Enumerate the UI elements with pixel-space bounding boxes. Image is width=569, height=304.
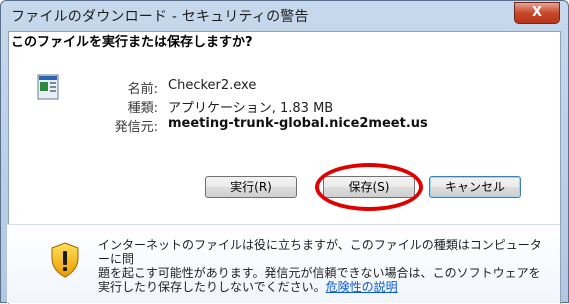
file-name: Checker2.exe: [168, 78, 257, 93]
window-title: ファイルのダウンロード - セキュリティの警告: [11, 9, 309, 25]
close-button[interactable]: X: [514, 2, 560, 24]
warning-line-2: 題を起こす可能性があります。発信元が信頼できない場合は、このソフトウェアを: [98, 266, 541, 280]
warning-line-3-text: 実行したり保存したりしないでください。: [98, 280, 326, 294]
warning-line-3: 実行したり保存したりしないでください。危険性の説明: [98, 280, 548, 294]
file-type: アプリケーション, 1.83 MB: [168, 101, 334, 116]
file-name-label: 名前:: [127, 82, 158, 97]
security-shield-icon: [51, 242, 79, 278]
highlight-annotation: [315, 163, 423, 211]
executable-file-icon: [37, 74, 59, 100]
run-button[interactable]: 実行(R): [205, 176, 297, 198]
cancel-button[interactable]: キャンセル: [429, 176, 521, 198]
warning-text: インターネットのファイルは役に立ちますが、このファイルの種類はコンピューターに問…: [98, 238, 548, 294]
risk-explanation-link[interactable]: 危険性の説明: [326, 280, 398, 294]
dialog-question: このファイルを実行または保存しますか?: [11, 35, 253, 50]
warning-line-1: インターネットのファイルは役に立ちますが、このファイルの種類はコンピューターに問: [98, 238, 542, 266]
file-type-label: 種類:: [127, 101, 158, 116]
title-bar[interactable]: ファイルのダウンロード - セキュリティの警告 X: [1, 1, 568, 31]
file-source: meeting-trunk-global.nice2meet.us: [168, 116, 428, 131]
file-source-label: 発信元:: [114, 120, 158, 135]
